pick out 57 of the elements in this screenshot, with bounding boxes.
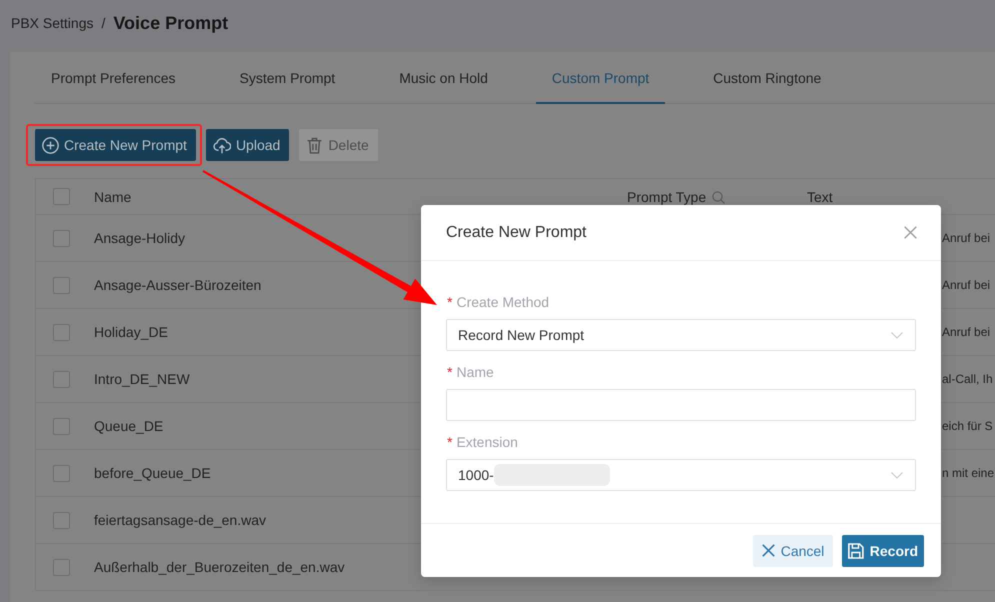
- checkbox[interactable]: [53, 418, 70, 434]
- table-cell: al-Call, Ih: [942, 372, 993, 386]
- table-cell: feiertagsansage-de_en.wav: [94, 512, 266, 528]
- record-button[interactable]: Record: [842, 534, 924, 566]
- checkbox[interactable]: [53, 188, 70, 205]
- field-label: Create Method: [456, 294, 550, 310]
- close-icon[interactable]: [904, 226, 917, 239]
- trash-icon: [306, 136, 324, 154]
- text-input[interactable]: [446, 389, 916, 421]
- table-cell: Anruf bei: [942, 325, 990, 339]
- table-cell: Außerhalb_der_Buerozeiten_de_en.wav: [94, 559, 345, 575]
- search-icon[interactable]: [712, 191, 726, 204]
- table-cell: Ansage-Holidy: [94, 230, 186, 246]
- page-title: Voice Prompt: [113, 12, 228, 34]
- table-cell: Anruf bei: [942, 231, 990, 245]
- required-mark: *: [447, 434, 452, 450]
- cloud-upload-icon: [212, 136, 231, 154]
- checkbox[interactable]: [53, 230, 70, 246]
- plus-circle-icon: [42, 136, 59, 154]
- tab[interactable]: System Prompt: [224, 52, 352, 104]
- required-mark: *: [447, 294, 452, 310]
- table-cell: eich für S: [942, 419, 993, 433]
- tab[interactable]: Custom Prompt: [536, 52, 666, 104]
- checkbox[interactable]: [53, 512, 70, 528]
- dropdown-field[interactable]: 1000-: [446, 459, 916, 491]
- chevron-down-icon: [891, 472, 903, 478]
- table-cell: n mit eine: [942, 466, 994, 480]
- checkbox[interactable]: [53, 370, 70, 388]
- checkbox[interactable]: [53, 324, 70, 340]
- upload-button[interactable]: Upload: [206, 129, 290, 161]
- column-header: Name: [94, 188, 132, 204]
- tab[interactable]: Custom Ringtone: [697, 52, 838, 104]
- create-button[interactable]: Create New Prompt: [35, 129, 196, 161]
- field-label: Name: [456, 364, 494, 380]
- table-cell: before_Queue_DE: [94, 465, 211, 481]
- column-header: Prompt Type: [627, 188, 706, 204]
- column-header: Text: [807, 188, 833, 204]
- checkbox[interactable]: [53, 464, 70, 482]
- cancel-button[interactable]: Cancel: [753, 534, 833, 566]
- table-cell: Holiday_DE: [94, 324, 168, 340]
- breadcrumb-link[interactable]: PBX Settings: [11, 15, 94, 31]
- required-mark: *: [447, 364, 452, 380]
- dialog-title: Create New Prompt: [446, 224, 586, 242]
- checkbox[interactable]: [53, 558, 70, 576]
- dropdown-field[interactable]: Record New Prompt: [446, 319, 916, 351]
- field-label: Extension: [456, 434, 518, 450]
- table-cell: Ansage-Ausser-Bürozeiten: [94, 277, 262, 293]
- checkbox[interactable]: [53, 276, 70, 294]
- chevron-down-icon: [891, 332, 903, 338]
- table-cell: Anruf bei: [942, 278, 990, 292]
- cross-icon: [762, 544, 775, 557]
- save-icon: [848, 542, 864, 560]
- tab[interactable]: Prompt Preferences: [35, 52, 192, 104]
- tab[interactable]: Music on Hold: [383, 52, 504, 104]
- table-cell: Intro_DE_NEW: [94, 371, 190, 387]
- breadcrumb-separator: /: [102, 15, 106, 31]
- table-cell: Queue_DE: [94, 418, 164, 434]
